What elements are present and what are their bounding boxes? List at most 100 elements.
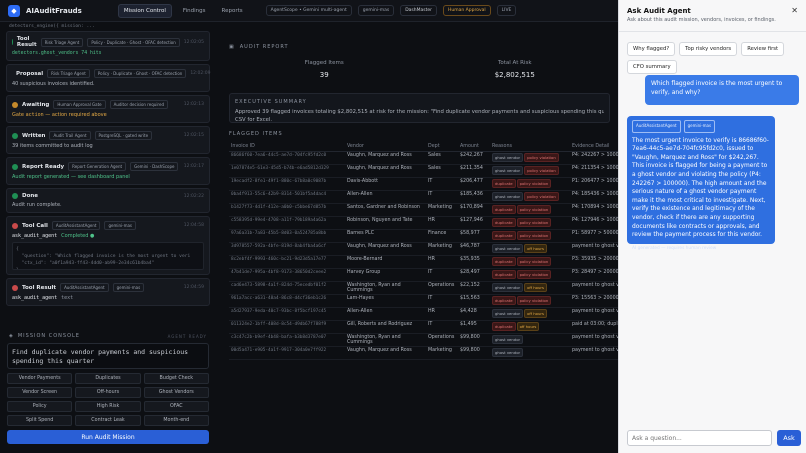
preset-budget-check[interactable]: Budget Check <box>143 373 209 384</box>
cell-amount: $46,787 <box>458 242 490 256</box>
table-row[interactable]: c558395d-99e4-4708-a11f-79b189a4a62a Robi… <box>229 216 618 230</box>
agent-feed[interactable]: detectors_engine({ mission: ... Tool Res… <box>3 22 213 327</box>
card-body-suffix: — action required above <box>43 112 107 118</box>
suggestion-top-risky-vendors[interactable]: Top risky vendors <box>679 42 738 56</box>
table-row[interactable]: c3c47c2b-b9ef-4b48-bafa-b3b8d3787e07 Wash… <box>229 333 618 347</box>
preset-split-spend[interactable]: Split Spend <box>7 415 73 426</box>
card-tag: Audit Trail Agent <box>49 131 91 140</box>
table-row[interactable]: 19ecadf2-8fe1-49f1-880c-67b8a0c9087b Davi… <box>229 177 618 191</box>
feed-card-tool-result-2: Tool Result AuditAssistantAgent gemini-m… <box>6 278 210 306</box>
tab-findings[interactable]: Findings <box>178 5 211 17</box>
cell-vendor: Allen-Allen <box>345 190 426 204</box>
preset-high-risk[interactable]: High Risk <box>75 401 141 412</box>
preset-duplicates[interactable]: Duplicates <box>75 373 141 384</box>
table-row[interactable]: 47b41de7-995a-4bf8-9173-38650d2ceee2 Harv… <box>229 268 618 282</box>
cell-reasons: ghost vendor policy violation <box>490 164 570 178</box>
cell-reasons: ghost vendor <box>490 333 570 347</box>
card-body: Gate action — action required above <box>12 112 204 118</box>
cell-amount: $242,267 <box>458 151 490 165</box>
stat-value: $2,802,515 <box>494 71 535 79</box>
col-evidence[interactable]: Evidence Detail <box>570 142 618 152</box>
table-row[interactable]: b1427f73-4d1f-412e-a0b0-c5bbe67d857b Sant… <box>229 203 618 217</box>
table-row[interactable]: 97a6a31b-7a83-45b5-8d03-0a524785a8bb Barn… <box>229 229 618 243</box>
run-audit-mission-button[interactable]: Run Audit Mission <box>7 430 209 444</box>
status-dot-icon <box>12 163 18 170</box>
cell-dept: Operations <box>426 333 458 347</box>
card-body: detectors.ghost_vendors 74 hits <box>12 51 102 56</box>
close-icon[interactable]: ✕ <box>791 6 798 15</box>
ask-question-input[interactable] <box>627 430 772 446</box>
col-dept[interactable]: Dept <box>426 142 458 152</box>
status-dot-icon <box>12 39 13 45</box>
preset-ghost-vendors[interactable]: Ghost Vendors <box>143 387 209 398</box>
cell-reasons: ghost vendor off hours <box>490 242 570 256</box>
cell-vendor: Allen-Allen <box>345 307 426 321</box>
preset-contract-leak[interactable]: Contract Leak <box>75 415 141 426</box>
reply-tag: gemini-mas <box>683 120 716 133</box>
card-tag: AuditAssistantAgent <box>60 283 109 292</box>
preset-vendor-payments[interactable]: Vendor Payments <box>7 373 73 384</box>
ask-button[interactable]: Ask <box>777 430 801 446</box>
card-time: 12:04:58 <box>183 223 204 228</box>
card-time: 12:02:13 <box>183 102 204 107</box>
table-row[interactable]: 0ba4f913-55c6-42b9-8314-501bf5a4dac4 Alle… <box>229 190 618 204</box>
cell-reasons: ghost vendor off hours <box>490 281 570 295</box>
reason-badge: ghost vendor <box>492 153 524 162</box>
reason-badge: policy violation <box>516 270 552 279</box>
col-reasons[interactable]: Reasons <box>490 142 570 152</box>
feed-card-proposal: Proposal Risk Triage Agent Policy · Dupl… <box>6 64 211 92</box>
reason-badge: duplicate <box>492 322 516 331</box>
preset-policy[interactable]: Policy <box>7 401 73 412</box>
preset-month-end[interactable]: Month-end <box>143 415 209 426</box>
agent-reply: AuditAssistantAgent gemini-mas The most … <box>627 116 775 251</box>
card-title: Awaiting <box>22 101 50 108</box>
reason-badge: ghost vendor <box>492 283 524 292</box>
suggestion-review-first[interactable]: Review first <box>741 42 785 56</box>
reason-badge: policy violation <box>516 205 552 214</box>
suggestion-why-flagged[interactable]: Why flagged? <box>627 42 676 56</box>
cell-invoice-id: 47b41de7-995a-4bf8-9173-38650d2ceee2 <box>229 268 345 282</box>
cell-vendor: Lam-Hayes <box>345 294 426 308</box>
user-message: Which flagged invoice is the most urgent… <box>645 75 799 105</box>
table-row[interactable]: 961a7acc-a631-48a4-86c8-d4cf36eb1c26 Lam-… <box>229 294 618 308</box>
preset-off-hours[interactable]: Off-hours <box>75 387 141 398</box>
reason-badge: duplicate <box>492 270 516 279</box>
col-amount[interactable]: Amount <box>458 142 490 152</box>
cell-invoice-id: 8c2ebf4f-9993-460c-bc21-9d23d5a17e77 <box>229 255 345 269</box>
stat-value: 39 <box>319 71 329 79</box>
cell-amount: $15,563 <box>458 294 490 308</box>
table-row[interactable]: 86686f60-7ea6-44c5-ae7d-704fc95fd2c0 Vaug… <box>229 151 618 165</box>
tool-status: Completed ● <box>61 233 95 239</box>
preset-ofac[interactable]: OFAC <box>143 401 209 412</box>
cell-dept: Sales <box>426 151 458 165</box>
table-row[interactable]: 011324e2-1bff-408d-8c54-d9db67f788f9 Gill… <box>229 320 618 334</box>
table-row[interactable]: a5d27937-9eda-40c7-93bc-8f5bcf197c45 Alle… <box>229 307 618 321</box>
mission-console: ◈ MISSION CONSOLE AGENT READY Find dupli… <box>3 329 213 453</box>
table-row[interactable]: 1e07874e5-61e3-45d5-b74b-e6ad5812d329 Vau… <box>229 164 618 178</box>
cell-dept: Finance <box>426 229 458 243</box>
tool-fn-name: ask_audit_agent <box>12 295 58 301</box>
status-dot-icon <box>12 284 18 291</box>
cell-evidence: P3: 15563 > 20000 <box>570 294 618 308</box>
col-invoice-id[interactable]: Invoice ID <box>229 142 345 152</box>
table-row[interactable]: 8c2ebf4f-9993-460c-bc21-9d23d5a17e77 Moor… <box>229 255 618 269</box>
cell-vendor: Vaughn, Marquez and Ross <box>345 242 426 256</box>
cell-dept: Marketing <box>426 242 458 256</box>
reason-badge: policy violation <box>524 166 559 175</box>
table-row[interactable]: cad6e473-5898-4a1f-824d-75ecedbf01f2 Wash… <box>229 281 618 295</box>
card-time: 12:02:17 <box>183 164 204 169</box>
col-vendor[interactable]: Vendor <box>345 142 426 152</box>
table-row[interactable]: 3d978557-592a-4bfe-819d-8ab4fba4a6cf Vaug… <box>229 242 618 256</box>
tab-reports[interactable]: Reports <box>217 5 248 17</box>
cell-evidence: payment to ghost vendor <box>570 307 618 321</box>
table-row[interactable]: 00d5a471-e905-4a1f-9917-304a0e7ff922 Vaug… <box>229 346 618 360</box>
preset-vendor-screen[interactable]: Vendor Screen <box>7 387 73 398</box>
reason-badge: policy violation <box>516 257 552 266</box>
app-root: ◆ AIAuditFrauds Mission Control Findings… <box>0 0 806 453</box>
tab-mission-control[interactable]: Mission Control <box>117 3 172 18</box>
mission-prompt-input[interactable]: Find duplicate vendor payments and suspi… <box>7 343 209 369</box>
cell-vendor: Barnes PLC <box>345 229 426 243</box>
suggestion-cfo-summary[interactable]: CFO summary <box>627 60 677 74</box>
card-title: Tool Result <box>22 284 57 291</box>
reason-badge: ghost vendor <box>492 348 524 357</box>
